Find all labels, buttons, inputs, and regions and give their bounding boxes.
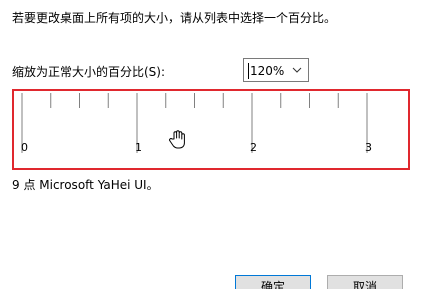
chevron-down-icon <box>292 67 302 73</box>
ruler-number-2: 2 <box>250 141 257 154</box>
scaling-ruler[interactable]: 0 1 2 3 <box>12 89 410 170</box>
scale-percentage-label: 缩放为正常大小的百分比(S): <box>12 65 166 79</box>
ruler-ticks <box>21 93 368 153</box>
custom-scaling-dialog: 若要更改桌面上所有项的大小，请从列表中选择一个百分比。 缩放为正常大小的百分比(… <box>0 0 422 289</box>
ruler-number-1: 1 <box>135 141 142 154</box>
ruler-number-3: 3 <box>365 141 372 154</box>
scale-percentage-select[interactable]: 120% <box>243 58 309 82</box>
scale-percentage-value: 120% <box>248 63 285 79</box>
font-info-text: 9 点 Microsoft YaHei UI。 <box>12 178 159 192</box>
instruction-text: 若要更改桌面上所有项的大小，请从列表中选择一个百分比。 <box>12 11 337 25</box>
hand-cursor-icon <box>169 130 185 149</box>
cancel-button[interactable]: 取消 <box>327 275 403 289</box>
ok-button[interactable]: 确定 <box>235 275 311 289</box>
ruler-number-0: 0 <box>21 141 28 154</box>
